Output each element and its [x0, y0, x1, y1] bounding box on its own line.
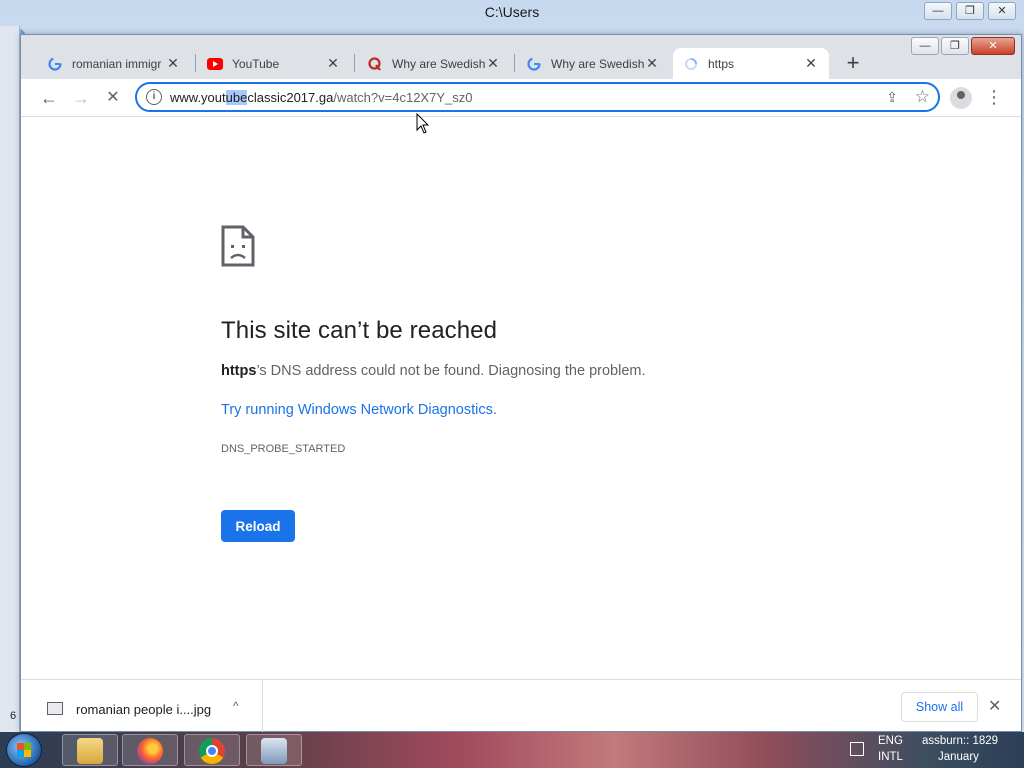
- chrome-icon: [199, 738, 225, 764]
- window-controls: — ❐ ✕: [911, 37, 1015, 55]
- taskbar-media[interactable]: [246, 734, 302, 766]
- media-player-icon: [261, 738, 287, 764]
- tab-label: Why are Swedish: [392, 56, 485, 71]
- left-pane-mark: 6: [10, 710, 17, 722]
- download-shelf: romanian people i....jpg ^ Show all ✕: [21, 679, 1021, 732]
- clock-time[interactable]: assburn:: 1829: [922, 735, 998, 747]
- tab-separator: [195, 54, 196, 72]
- tab-separator: [354, 54, 355, 72]
- taskbar-firefox[interactable]: [122, 734, 178, 766]
- bookmark-star-icon[interactable]: ☆: [915, 87, 930, 107]
- new-tab-button[interactable]: +: [841, 52, 865, 76]
- windows-logo-icon: [17, 743, 31, 757]
- tab-https-active[interactable]: https ✕: [673, 48, 829, 79]
- background-window-title: C:\Users: [484, 4, 540, 20]
- keyboard-layout-indicator[interactable]: INTL: [878, 751, 903, 763]
- image-file-icon: [47, 702, 63, 715]
- site-info-icon[interactable]: i: [146, 89, 162, 105]
- taskbar-explorer[interactable]: [62, 734, 118, 766]
- profile-avatar-icon[interactable]: [950, 87, 972, 109]
- background-window-controls: — ❐ ✕: [924, 2, 1016, 20]
- chrome-window: — ❐ ✕ romanian immigr ✕ YouTube ✕ Why ar…: [20, 34, 1022, 732]
- chevron-up-icon[interactable]: ^: [233, 699, 239, 713]
- error-description-rest: ’s DNS address could not be found. Diagn…: [256, 363, 646, 379]
- close-window-button[interactable]: ✕: [971, 37, 1015, 55]
- toolbar: ← → ✕ i www.youtubeclassic2017.ga/watch?…: [21, 79, 1021, 117]
- bg-close-button[interactable]: ✕: [988, 2, 1016, 20]
- start-button[interactable]: [6, 733, 42, 767]
- bg-maximize-button[interactable]: ❐: [956, 2, 984, 20]
- google-icon: [47, 56, 63, 72]
- error-code: DNS_PROBE_STARTED: [221, 443, 346, 455]
- close-shelf-icon[interactable]: ✕: [988, 696, 1001, 716]
- url-prefix: www.yout: [170, 90, 226, 105]
- taskbar-chrome[interactable]: [184, 734, 240, 766]
- back-button[interactable]: ←: [37, 86, 61, 110]
- download-file-name: romanian people i....jpg: [76, 702, 212, 717]
- sad-page-icon: [221, 225, 255, 267]
- background-left-pane: 6: [0, 26, 20, 732]
- system-tray: ENG INTL assburn:: 1829 January: [846, 732, 1024, 768]
- folder-icon: [77, 738, 103, 764]
- download-item[interactable]: romanian people i....jpg ^: [21, 680, 263, 732]
- tab-close-icon[interactable]: ✕: [325, 55, 341, 72]
- youtube-icon: [207, 56, 223, 72]
- tab-strip: — ❐ ✕ romanian immigr ✕ YouTube ✕ Why ar…: [21, 35, 1021, 79]
- reload-button[interactable]: Reload: [221, 510, 295, 542]
- tab-label: https: [708, 56, 735, 71]
- quora-icon: [367, 56, 383, 72]
- minimize-button[interactable]: —: [911, 37, 939, 55]
- google-icon: [526, 56, 542, 72]
- tab-close-icon[interactable]: ✕: [644, 55, 660, 72]
- error-title: This site can’t be reached: [221, 317, 498, 344]
- forward-button[interactable]: →: [69, 86, 93, 110]
- share-icon[interactable]: ⇪: [886, 89, 898, 106]
- error-description: https’s DNS address could not be found. …: [221, 363, 646, 379]
- firefox-icon: [137, 738, 163, 764]
- tab-label: Why are Swedish: [551, 56, 644, 71]
- mouse-cursor-icon: [416, 113, 430, 134]
- taskbar: ENG INTL assburn:: 1829 January: [0, 732, 1024, 768]
- tab-close-icon[interactable]: ✕: [803, 55, 819, 72]
- stop-loading-button[interactable]: ✕: [101, 86, 125, 110]
- tab-label: YouTube: [232, 56, 280, 71]
- diagnostics-period: .: [492, 402, 497, 418]
- network-diagnostics-link[interactable]: Try running Windows Network Diagnostics.: [221, 402, 497, 418]
- loading-spinner-icon: [683, 56, 699, 72]
- url-path: /watch?v=4c12X7Y_sz0: [333, 90, 473, 105]
- show-all-button[interactable]: Show all: [901, 692, 978, 722]
- language-indicator[interactable]: ENG: [878, 735, 903, 747]
- tab-separator: [514, 54, 515, 72]
- address-bar[interactable]: i www.youtubeclassic2017.ga/watch?v=4c12…: [135, 82, 940, 112]
- bg-minimize-button[interactable]: —: [924, 2, 952, 20]
- chrome-menu-icon[interactable]: ⋮: [985, 85, 1003, 109]
- network-icon[interactable]: [850, 742, 864, 756]
- clock-date[interactable]: January: [938, 751, 979, 763]
- tab-youtube[interactable]: YouTube ✕: [197, 48, 351, 79]
- url-text[interactable]: www.youtubeclassic2017.ga/watch?v=4c12X7…: [170, 90, 472, 105]
- diagnostics-link-text: Try running Windows Network Diagnostics: [221, 402, 493, 418]
- url-host-rest: classic2017.ga: [247, 90, 334, 105]
- error-host: https: [221, 363, 257, 379]
- tab-romanian-immigr[interactable]: romanian immigr ✕: [37, 48, 191, 79]
- maximize-button[interactable]: ❐: [941, 37, 969, 55]
- tab-label: romanian immigr: [72, 56, 162, 71]
- tab-close-icon[interactable]: ✕: [165, 55, 181, 72]
- url-selected-text: ube: [225, 90, 248, 105]
- tab-why-are-swedish-google[interactable]: Why are Swedish ✕: [516, 48, 670, 79]
- tab-why-are-swedish-quora[interactable]: Why are Swedish ✕: [357, 48, 511, 79]
- tab-close-icon[interactable]: ✕: [485, 55, 501, 72]
- error-page: This site can’t be reached https’s DNS a…: [21, 117, 1021, 679]
